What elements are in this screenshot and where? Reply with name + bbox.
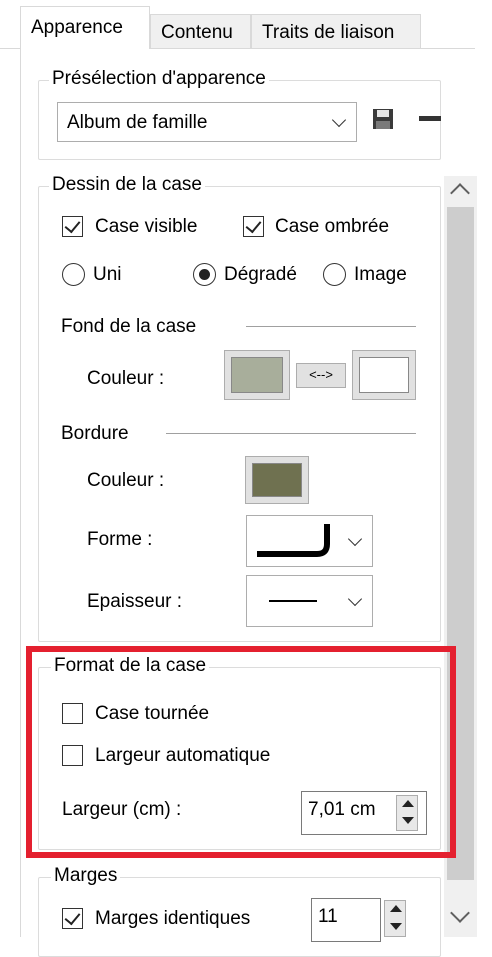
marges-identiques-checkbox[interactable] — [62, 908, 83, 929]
background-color1-swatch — [231, 357, 283, 393]
chevron-down-icon — [347, 531, 363, 547]
drawing-legend: Dessin de la case — [49, 174, 205, 196]
radio-image[interactable] — [323, 263, 346, 286]
radio-image-label: Image — [354, 264, 407, 285]
margins-spin-buttons[interactable] — [384, 900, 406, 937]
highlight-box — [26, 646, 456, 858]
panel-border — [20, 48, 21, 937]
margins-spinner[interactable]: 11 — [311, 898, 381, 942]
tab-label: Traits de liaison — [262, 22, 395, 43]
corner-shape-icon — [257, 524, 330, 557]
spin-up-icon[interactable] — [390, 905, 402, 912]
border-color-label: Couleur : — [87, 470, 165, 491]
border-color-swatch — [252, 463, 302, 497]
border-shape-label: Forme : — [87, 529, 153, 550]
margins-legend: Marges — [51, 865, 121, 887]
swap-colors-button[interactable]: <--> — [296, 363, 346, 388]
border-thickness-label: Epaisseur : — [87, 591, 183, 612]
radio-uni[interactable] — [62, 263, 85, 286]
border-color-button[interactable] — [245, 456, 309, 504]
background-color1-button[interactable] — [224, 350, 290, 400]
spin-down-icon[interactable] — [390, 923, 402, 930]
preset-select-value: Album de famille — [67, 112, 208, 133]
tab-label: Apparence — [31, 17, 123, 38]
chevron-down-icon — [331, 112, 347, 128]
tab-bar: Apparence Contenu Traits de liaison — [0, 0, 492, 49]
minus-icon[interactable] — [419, 116, 441, 121]
radio-degrade[interactable] — [193, 263, 216, 286]
tab-apparence[interactable]: Apparence — [20, 6, 150, 49]
case-ombree-label: Case ombrée — [275, 216, 390, 237]
radio-uni-label: Uni — [93, 264, 122, 285]
preset-legend: Présélection d'apparence — [49, 68, 269, 90]
chevron-down-icon — [347, 591, 363, 607]
line-thickness-icon — [269, 600, 317, 602]
background-heading: Fond de la case — [61, 316, 197, 337]
margins-value: 11 — [318, 906, 338, 927]
border-thickness-select[interactable] — [246, 575, 373, 627]
tab-contenu[interactable]: Contenu — [150, 14, 251, 48]
marges-identiques-label: Marges identiques — [95, 908, 251, 929]
border-heading: Bordure — [61, 423, 129, 444]
tab-traits-de-liaison[interactable]: Traits de liaison — [251, 14, 421, 48]
tab-label: Contenu — [161, 22, 233, 43]
floppy-disk-icon[interactable] — [372, 108, 394, 130]
background-color-label: Couleur : — [87, 368, 165, 389]
case-ombree-checkbox[interactable] — [243, 216, 264, 237]
drawing-group: Dessin de la case — [38, 174, 441, 642]
background-divider — [246, 326, 416, 327]
case-visible-checkbox[interactable] — [62, 216, 83, 237]
swap-colors-label: <--> — [309, 367, 333, 382]
background-color2-button[interactable] — [352, 350, 416, 400]
preset-select[interactable]: Album de famille — [57, 102, 357, 142]
border-divider — [166, 433, 416, 434]
case-visible-label: Case visible — [95, 216, 198, 237]
border-shape-select[interactable] — [246, 515, 373, 567]
radio-degrade-label: Dégradé — [224, 264, 297, 285]
background-color2-swatch — [359, 357, 409, 393]
